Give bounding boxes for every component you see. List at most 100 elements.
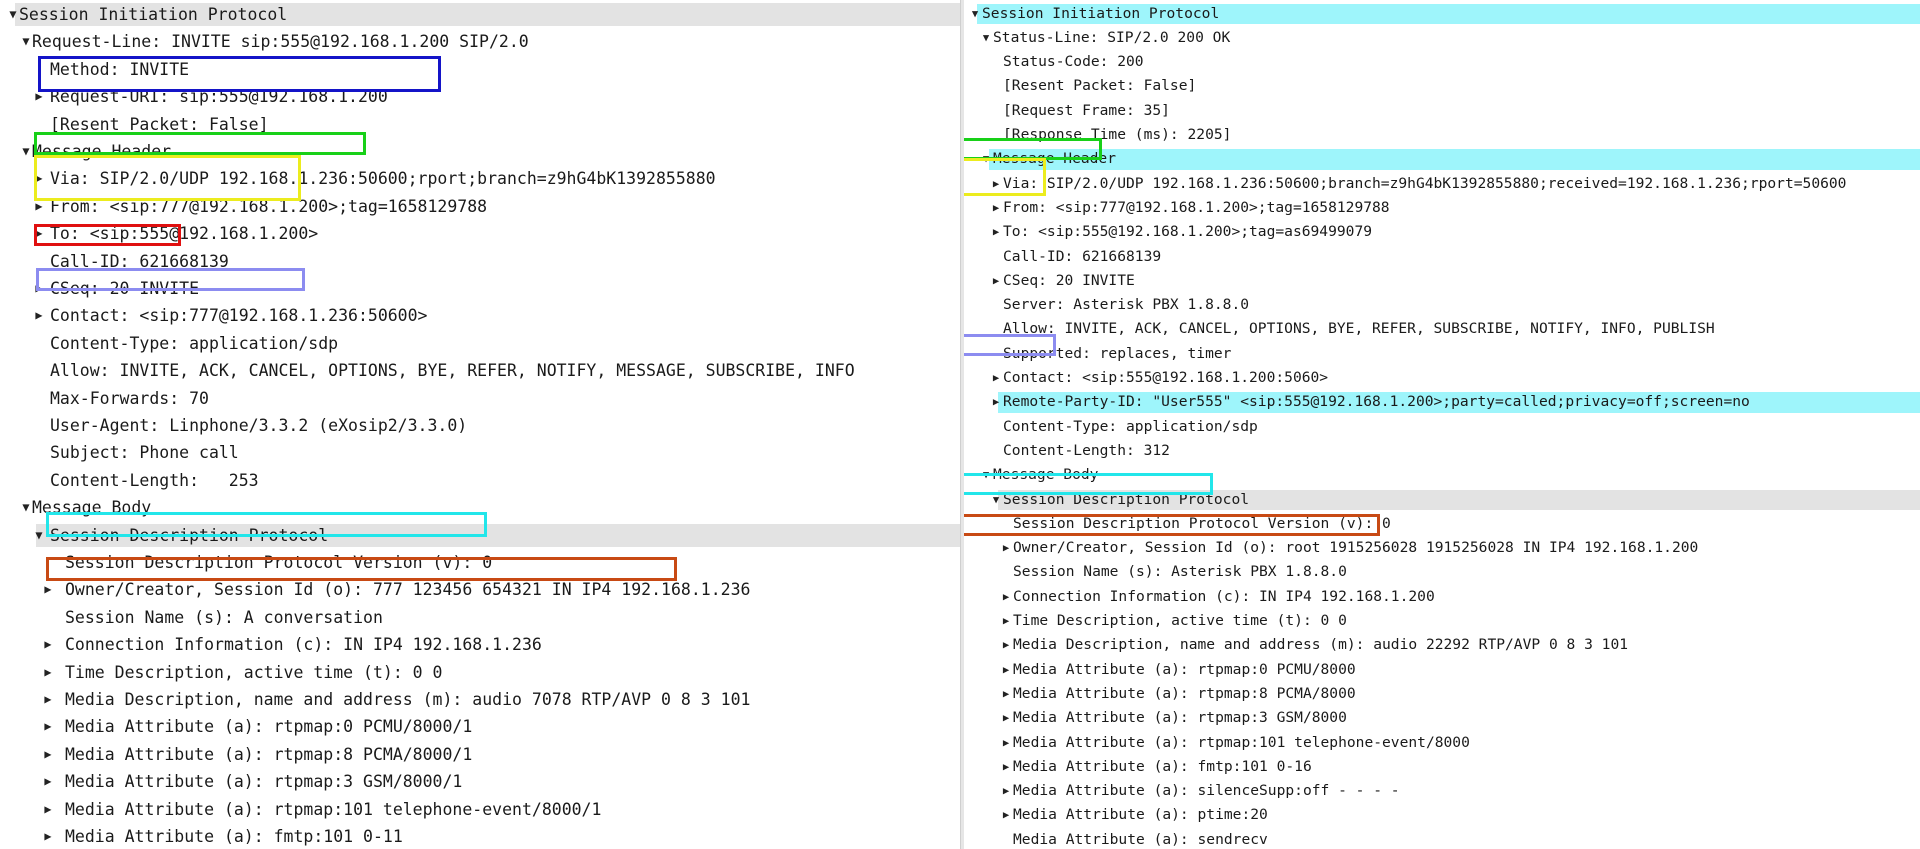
- collapsed-triangle-icon[interactable]: ▶: [999, 731, 1013, 755]
- tree-row-status-line[interactable]: ▼ Status-Line: SIP/2.0 200 OK: [964, 26, 1920, 50]
- tree-row-connection-information-c[interactable]: ▶ Connection Information (c): IN IP4 192.…: [0, 631, 960, 658]
- tree-row-media-attribute-a[interactable]: ▶ Media Attribute (a): fmtp:101 0-16: [964, 755, 1920, 779]
- collapsed-triangle-icon[interactable]: ▶: [999, 633, 1013, 657]
- collapsed-triangle-icon[interactable]: ▶: [989, 172, 1003, 196]
- right-packet-details-pane[interactable]: ▼ Session Initiation Protocol ▼ Status-Line…: [964, 0, 1920, 849]
- tree-row-media-attribute-a[interactable]: ▶ Media Attribute (a): fmtp:101 0-11: [0, 823, 960, 849]
- expanded-triangle-icon[interactable]: ▼: [19, 494, 33, 521]
- tree-row-supported[interactable]: Supported: replaces, timer: [964, 342, 1920, 366]
- collapsed-triangle-icon[interactable]: ▶: [32, 83, 46, 110]
- tree-row-session-name-s[interactable]: Session Name (s): Asterisk PBX 1.8.8.0: [964, 560, 1920, 584]
- collapsed-triangle-icon[interactable]: ▶: [41, 576, 55, 603]
- tree-row-contact[interactable]: ▶ Contact: <sip:777@192.168.1.236:50600>: [0, 302, 960, 329]
- tree-row-max-forwards[interactable]: Max-Forwards: 70: [0, 385, 960, 412]
- tree-row-request-line[interactable]: ▼ Request-Line: INVITE sip:555@192.168.1.…: [0, 28, 960, 55]
- expanded-triangle-icon[interactable]: ▼: [979, 463, 993, 487]
- tree-row-connection-information-c[interactable]: ▶ Connection Information (c): IN IP4 192.…: [964, 585, 1920, 609]
- tree-row-user-agent[interactable]: User-Agent: Linphone/3.3.2 (eXosip2/3.3.…: [0, 412, 960, 439]
- collapsed-triangle-icon[interactable]: ▶: [999, 585, 1013, 609]
- tree-row-message-body[interactable]: ▼ Message Body: [0, 494, 960, 521]
- collapsed-triangle-icon[interactable]: ▶: [989, 366, 1003, 390]
- tree-row-owner-creator-session-id-o[interactable]: ▶ Owner/Creator, Session Id (o): root 191…: [964, 536, 1920, 560]
- collapsed-triangle-icon[interactable]: ▶: [41, 768, 55, 795]
- expanded-triangle-icon[interactable]: ▼: [6, 1, 20, 28]
- collapsed-triangle-icon[interactable]: ▶: [32, 220, 46, 247]
- tree-row-to[interactable]: ▶ To: <sip:555@192.168.1.200>: [0, 220, 960, 247]
- tree-row-content-type[interactable]: Content-Type: application/sdp: [964, 415, 1920, 439]
- collapsed-triangle-icon[interactable]: ▶: [999, 682, 1013, 706]
- tree-row-allow[interactable]: Allow: INVITE, ACK, CANCEL, OPTIONS, BYE…: [964, 317, 1920, 341]
- tree-row-media-attribute-a[interactable]: ▶ Media Attribute (a): rtpmap:0 PCMU/8000: [964, 658, 1920, 682]
- tree-row-from[interactable]: ▶ From: <sip:777@192.168.1.200>;tag=16581…: [964, 196, 1920, 220]
- collapsed-triangle-icon[interactable]: ▶: [32, 302, 46, 329]
- tree-row-media-description-name-and-address-m[interactable]: ▶ Media Description, name and address (m)…: [0, 686, 960, 713]
- collapsed-triangle-icon[interactable]: ▶: [989, 390, 1003, 414]
- tree-row-cseq[interactable]: ▶ CSeq: 20 INVITE: [0, 275, 960, 302]
- collapsed-triangle-icon[interactable]: ▶: [32, 165, 46, 192]
- collapsed-triangle-icon[interactable]: ▶: [41, 659, 55, 686]
- collapsed-triangle-icon[interactable]: ▶: [32, 193, 46, 220]
- tree-row-session-name-s[interactable]: Session Name (s): A conversation: [0, 604, 960, 631]
- tree-row-session-description-protocol-version-v[interactable]: Session Description Protocol Version (v)…: [0, 549, 960, 576]
- left-packet-details-pane[interactable]: ▼ Session Initiation Protocol ▼ Request-Lin…: [0, 0, 960, 849]
- tree-row-allow[interactable]: Allow: INVITE, ACK, CANCEL, OPTIONS, BYE…: [0, 357, 960, 384]
- tree-row-owner-creator-session-id-o[interactable]: ▶ Owner/Creator, Session Id (o): 777 1234…: [0, 576, 960, 603]
- tree-row-media-description-name-and-address-m[interactable]: ▶ Media Description, name and address (m)…: [964, 633, 1920, 657]
- expanded-triangle-icon[interactable]: ▼: [968, 2, 982, 26]
- collapsed-triangle-icon[interactable]: ▶: [999, 803, 1013, 827]
- tree-row-status-code[interactable]: Status-Code: 200: [964, 50, 1920, 74]
- tree-row-message-body[interactable]: ▼ Message Body: [964, 463, 1920, 487]
- tree-row-message-header[interactable]: ▼ Message Header: [0, 138, 960, 165]
- tree-row-media-attribute-a[interactable]: ▶ Media Attribute (a): silenceSupp:off - …: [964, 779, 1920, 803]
- collapsed-triangle-icon[interactable]: ▶: [41, 741, 55, 768]
- tree-row-from[interactable]: ▶ From: <sip:777@192.168.1.200>;tag=16581…: [0, 193, 960, 220]
- collapsed-triangle-icon[interactable]: ▶: [989, 196, 1003, 220]
- collapsed-triangle-icon[interactable]: ▶: [999, 536, 1013, 560]
- tree-row-session-initiation-protocol[interactable]: ▼ Session Initiation Protocol: [0, 1, 960, 28]
- expanded-triangle-icon[interactable]: ▼: [32, 522, 46, 549]
- collapsed-triangle-icon[interactable]: ▶: [999, 609, 1013, 633]
- tree-row-request-frame[interactable]: [Request Frame: 35]: [964, 99, 1920, 123]
- tree-row-resent-packet[interactable]: [Resent Packet: False]: [0, 111, 960, 138]
- expanded-triangle-icon[interactable]: ▼: [989, 488, 1003, 512]
- tree-row-session-initiation-protocol[interactable]: ▼ Session Initiation Protocol: [964, 2, 1920, 26]
- tree-row-media-attribute-a[interactable]: ▶ Media Attribute (a): rtpmap:8 PCMA/8000…: [0, 741, 960, 768]
- tree-row-session-description-protocol[interactable]: ▼ Session Description Protocol: [0, 522, 960, 549]
- tree-row-session-description-protocol[interactable]: ▼ Session Description Protocol: [964, 488, 1920, 512]
- request-frame-link[interactable]: [Request Frame: 35]: [1003, 99, 1170, 123]
- tree-row-content-length[interactable]: Content-Length: 253: [0, 467, 960, 494]
- tree-row-time-description-active-time-t[interactable]: ▶ Time Description, active time (t): 0 0: [0, 659, 960, 686]
- tree-row-subject[interactable]: Subject: Phone call: [0, 439, 960, 466]
- expanded-triangle-icon[interactable]: ▼: [19, 28, 33, 55]
- tree-row-media-attribute-a[interactable]: ▶ Media Attribute (a): rtpmap:8 PCMA/8000: [964, 682, 1920, 706]
- tree-row-resent-packet[interactable]: [Resent Packet: False]: [964, 74, 1920, 98]
- tree-row-message-header[interactable]: ▼ Message Header: [964, 147, 1920, 171]
- tree-row-media-attribute-a[interactable]: ▶ Media Attribute (a): rtpmap:101 telepho…: [964, 731, 1920, 755]
- collapsed-triangle-icon[interactable]: ▶: [41, 713, 55, 740]
- collapsed-triangle-icon[interactable]: ▶: [989, 220, 1003, 244]
- tree-row-server[interactable]: Server: Asterisk PBX 1.8.8.0: [964, 293, 1920, 317]
- tree-row-time-description-active-time-t[interactable]: ▶ Time Description, active time (t): 0 0: [964, 609, 1920, 633]
- tree-row-content-type[interactable]: Content-Type: application/sdp: [0, 330, 960, 357]
- collapsed-triangle-icon[interactable]: ▶: [989, 269, 1003, 293]
- expanded-triangle-icon[interactable]: ▼: [19, 138, 33, 165]
- tree-row-request-uri[interactable]: ▶ Request-URI: sip:555@192.168.1.200: [0, 83, 960, 110]
- tree-row-remote-party-id[interactable]: ▶ Remote-Party-ID: "User555" <sip:555@192…: [964, 390, 1920, 414]
- collapsed-triangle-icon[interactable]: ▶: [999, 779, 1013, 803]
- tree-row-media-attribute-a[interactable]: ▶ Media Attribute (a): rtpmap:0 PCMU/8000…: [0, 713, 960, 740]
- tree-row-media-attribute-a[interactable]: ▶ Media Attribute (a): rtpmap:3 GSM/8000/…: [0, 768, 960, 795]
- collapsed-triangle-icon[interactable]: ▶: [999, 658, 1013, 682]
- tree-row-response-time-ms[interactable]: [Response Time (ms): 2205]: [964, 123, 1920, 147]
- tree-row-via[interactable]: ▶ Via: SIP/2.0/UDP 192.168.1.236:50600;br…: [964, 172, 1920, 196]
- tree-row-media-attribute-a[interactable]: ▶ Media Attribute (a): rtpmap:101 telepho…: [0, 796, 960, 823]
- tree-row-media-attribute-a[interactable]: Media Attribute (a): sendrecv: [964, 828, 1920, 849]
- tree-row-cseq[interactable]: ▶ CSeq: 20 INVITE: [964, 269, 1920, 293]
- tree-row-session-description-protocol-version-v[interactable]: Session Description Protocol Version (v)…: [964, 512, 1920, 536]
- tree-row-to[interactable]: ▶ To: <sip:555@192.168.1.200>;tag=as69499…: [964, 220, 1920, 244]
- collapsed-triangle-icon[interactable]: ▶: [41, 796, 55, 823]
- expanded-triangle-icon[interactable]: ▼: [979, 26, 993, 50]
- collapsed-triangle-icon[interactable]: ▶: [999, 706, 1013, 730]
- tree-row-call-id[interactable]: Call-ID: 621668139: [0, 248, 960, 275]
- tree-row-contact[interactable]: ▶ Contact: <sip:555@192.168.1.200:5060>: [964, 366, 1920, 390]
- tree-row-content-length[interactable]: Content-Length: 312: [964, 439, 1920, 463]
